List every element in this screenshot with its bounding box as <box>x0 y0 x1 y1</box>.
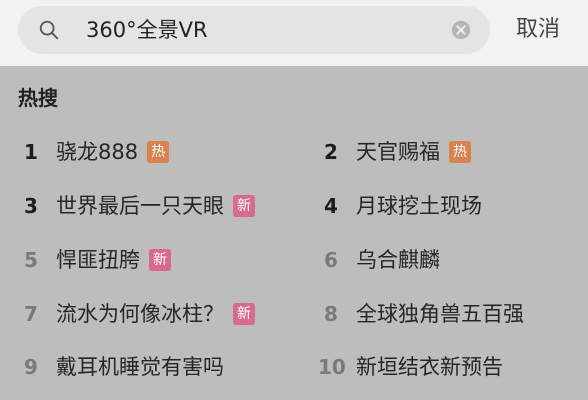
hot-item-rank: 2 <box>324 140 338 164</box>
hot-badge: 热 <box>147 141 170 163</box>
hot-badge: 热 <box>449 141 471 163</box>
search-input[interactable]: 360°全景VR <box>18 6 490 54</box>
hot-item-rank: 4 <box>324 194 338 218</box>
hot-item-6[interactable]: 6 乌合麒麟 <box>324 245 440 275</box>
search-bar: 360°全景VR 取消 <box>0 0 588 66</box>
hot-item-label: 乌合麒麟 <box>356 248 440 272</box>
hot-item-2[interactable]: 2 天官赐福 热 <box>324 137 471 167</box>
hot-item-label: 世界最后一只天眼 <box>56 194 224 218</box>
hot-search-title: 热搜 <box>18 86 58 110</box>
hot-item-3[interactable]: 3 世界最后一只天眼 新 <box>24 191 255 221</box>
hot-item-rank: 3 <box>24 194 38 218</box>
search-icon <box>39 20 59 40</box>
search-query: 360°全景VR <box>86 18 208 42</box>
hot-item-label: 月球挖土现场 <box>356 194 482 218</box>
cancel-button[interactable]: 取消 <box>516 6 560 54</box>
new-badge: 新 <box>149 249 171 271</box>
hot-item-10[interactable]: 10 新垣结衣新预告 <box>318 352 503 382</box>
clear-icon[interactable] <box>450 19 472 41</box>
new-badge: 新 <box>233 195 255 217</box>
hot-item-label: 流水为何像冰柱？ <box>56 302 224 326</box>
hot-item-label: 悍匪扭胯 <box>56 248 140 272</box>
hot-item-5[interactable]: 5 悍匪扭胯 新 <box>24 245 171 275</box>
hot-item-rank: 8 <box>324 302 338 326</box>
hot-item-rank: 10 <box>318 355 346 379</box>
hot-item-9[interactable]: 9 戴耳机睡觉有害吗 <box>24 352 224 382</box>
hot-item-4[interactable]: 4 月球挖土现场 <box>324 191 482 221</box>
hot-item-7[interactable]: 7 流水为何像冰柱？ 新 <box>24 299 255 329</box>
hot-item-label: 全球独角兽五百强 <box>356 302 524 326</box>
hot-item-rank: 5 <box>24 248 38 272</box>
hot-item-rank: 1 <box>24 140 38 164</box>
hot-item-label: 新垣结衣新预告 <box>356 355 503 379</box>
hot-item-1[interactable]: 1 骁龙888 热 <box>24 137 170 167</box>
new-badge: 新 <box>233 303 255 325</box>
hot-item-label: 戴耳机睡觉有害吗 <box>56 355 224 379</box>
hot-item-8[interactable]: 8 全球独角兽五百强 <box>324 299 524 329</box>
hot-item-rank: 9 <box>24 355 38 379</box>
hot-item-rank: 7 <box>24 302 38 326</box>
hot-item-rank: 6 <box>324 248 338 272</box>
hot-item-label: 天官赐福 <box>356 140 440 164</box>
hot-item-label: 骁龙888 <box>56 140 139 164</box>
